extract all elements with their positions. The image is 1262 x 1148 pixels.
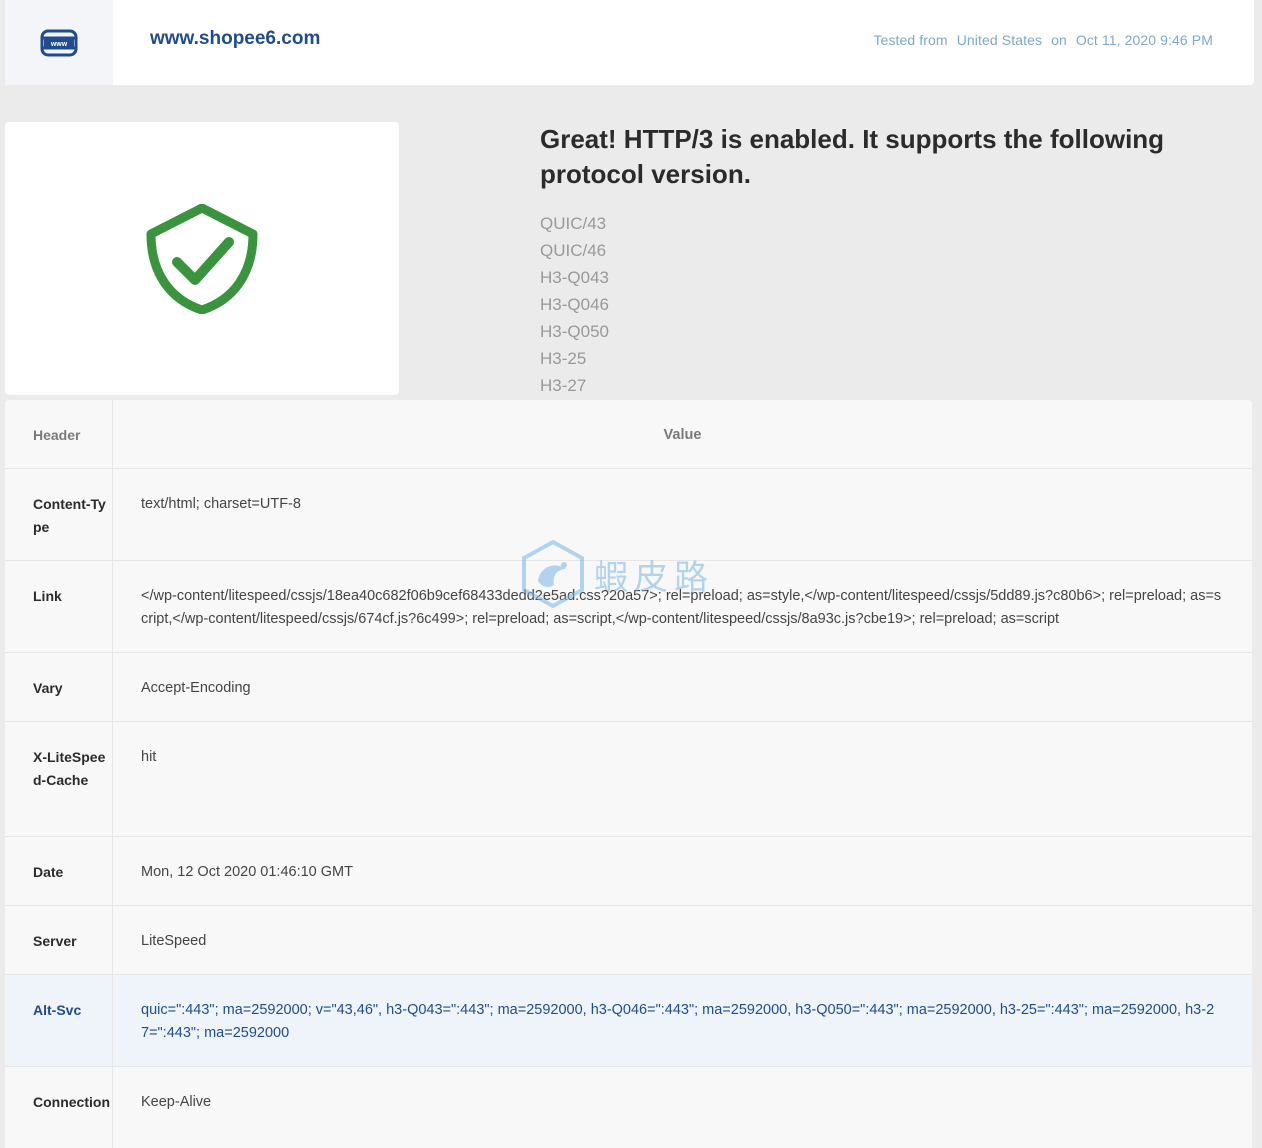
table-row: Vary Accept-Encoding [5,653,1252,722]
protocol-version-item: H3-Q043 [540,268,609,287]
table-row: Content-Type text/html; charset=UTF-8 [5,469,1252,561]
row-value: </wp-content/litespeed/cssjs/18ea40c682f… [141,588,1222,627]
headers-table: Header Value Content-Type text/html; cha… [5,400,1252,1148]
shield-check-icon [146,203,258,314]
row-value: text/html; charset=UTF-8 [141,496,301,512]
svg-text:www: www [50,41,68,48]
row-header: Vary [5,653,113,721]
row-header: Content-Type [5,469,113,560]
row-header: Alt-Svc [5,975,113,1066]
site-header: www www.shopee6.com Tested from United S… [5,0,1254,85]
tested-domain[interactable]: www.shopee6.com [150,28,320,50]
table-row: Connection Keep-Alive [5,1067,1252,1148]
column-header-value: Value [663,427,702,443]
row-value: Keep-Alive [141,1094,212,1110]
table-row: Date Mon, 12 Oct 2020 01:46:10 GMT [5,837,1252,906]
test-info: Tested from United States on Oct 11, 202… [873,32,1218,48]
table-row-highlighted: Alt-Svc quic=":443"; ma=2592000; v="43,4… [5,975,1252,1067]
row-header: Connection [5,1067,113,1148]
protocol-version-item: QUIC/43 [540,214,607,233]
table-row: Server LiteSpeed [5,906,1252,975]
column-header-header: Header [5,400,113,468]
test-datetime: Oct 11, 2020 9:46 PM [1075,32,1213,48]
table-row: X-LiteSpeed-Cache hit [5,722,1252,837]
table-row: Link </wp-content/litespeed/cssjs/18ea40… [5,561,1252,653]
result-title: Great! HTTP/3 is enabled. It supports th… [540,124,1165,189]
protocol-version-item: H3-27 [540,376,587,395]
protocol-version-item: H3-Q050 [540,322,609,341]
row-value: Accept-Encoding [141,680,251,696]
row-value: Mon, 12 Oct 2020 01:46:10 GMT [141,864,353,880]
protocol-version-item: QUIC/46 [540,241,607,260]
row-header: Server [5,906,113,974]
row-header: Date [5,837,113,905]
result-panel: Great! HTTP/3 is enabled. It supports th… [540,122,1200,399]
www-globe-icon: www [5,0,113,85]
protocol-version-item: H3-25 [540,349,587,368]
row-header: Link [5,561,113,652]
row-header: X-LiteSpeed-Cache [5,722,113,836]
row-value: hit [141,749,157,765]
protocol-version-list: QUIC/43 QUIC/46 H3-Q043 H3-Q046 H3-Q050 H3-25… [540,210,1200,399]
table-header-row: Header Value [5,400,1252,469]
tested-prefix: Tested from [873,32,948,48]
test-location: United States [956,32,1043,48]
result-card [5,122,399,395]
protocol-version-item: H3-Q046 [540,295,609,314]
row-value: quic=":443"; ma=2592000; v="43,46", h3-Q… [141,1002,1215,1041]
row-value: LiteSpeed [141,933,207,949]
on-word: on [1051,32,1067,48]
